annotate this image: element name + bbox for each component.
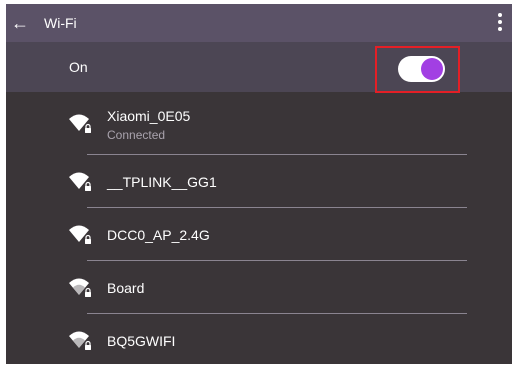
wifi-toggle-switch[interactable] bbox=[398, 56, 445, 82]
wifi-lock-icon bbox=[69, 114, 92, 133]
network-ssid: DCC0_AP_2.4G bbox=[107, 227, 210, 243]
wifi-lock-icon bbox=[69, 172, 92, 191]
more-options-icon[interactable] bbox=[494, 11, 506, 35]
wifi-lock-icon bbox=[69, 278, 92, 297]
wifi-settings-screen: ← Wi-Fi On Xiaomi_0E05 Connected __TPLIN… bbox=[6, 4, 512, 364]
back-arrow-icon[interactable]: ← bbox=[11, 12, 33, 34]
network-item[interactable]: __TPLINK__GG1 bbox=[6, 155, 512, 208]
network-ssid: Xiaomi_0E05 bbox=[107, 108, 191, 124]
network-item[interactable]: DCC0_AP_2.4G bbox=[6, 208, 512, 261]
wifi-lock-icon bbox=[69, 225, 92, 244]
network-item[interactable]: Xiaomi_0E05 Connected bbox=[6, 92, 512, 155]
network-item[interactable]: BQ5GWIFI bbox=[6, 314, 512, 364]
wifi-toggle-row[interactable]: On bbox=[6, 42, 512, 93]
wifi-lock-icon bbox=[69, 331, 92, 350]
network-item[interactable]: Board bbox=[6, 261, 512, 314]
network-ssid: __TPLINK__GG1 bbox=[107, 174, 217, 190]
network-status: Connected bbox=[107, 128, 166, 142]
wifi-toggle-label: On bbox=[69, 59, 88, 75]
toggle-knob bbox=[421, 58, 443, 80]
network-ssid: Board bbox=[107, 280, 145, 296]
page-title: Wi-Fi bbox=[44, 15, 77, 31]
app-bar: ← Wi-Fi bbox=[6, 4, 512, 42]
network-ssid: BQ5GWIFI bbox=[107, 333, 176, 349]
